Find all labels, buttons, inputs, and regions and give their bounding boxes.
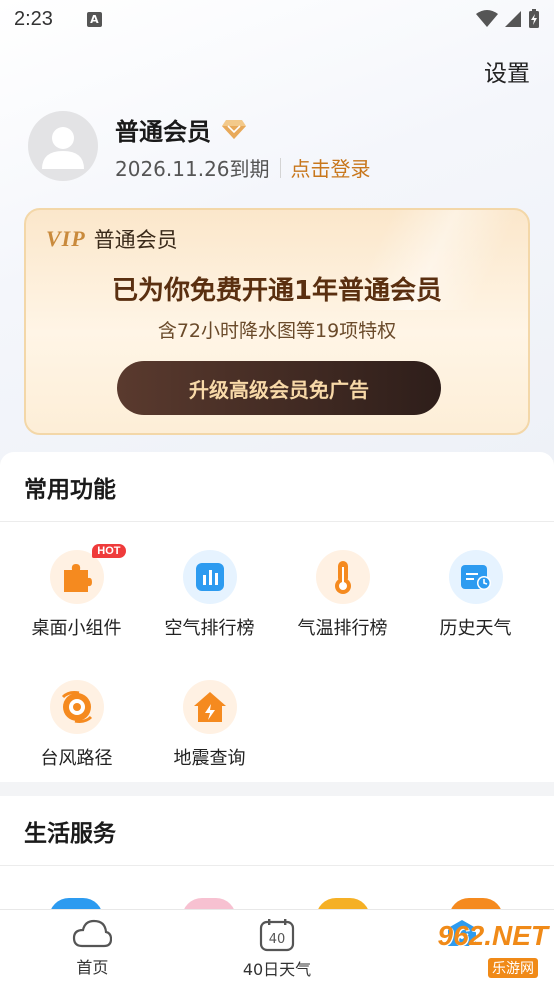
status-bar: 2:23 A: [0, 0, 554, 38]
tile-temperature-ranking[interactable]: 气温排行榜: [276, 550, 409, 640]
nav-label: 40日天气: [242, 960, 312, 979]
vip-logo: VIP: [46, 226, 86, 251]
earthquake-icon: [182, 680, 237, 734]
tile-history-weather[interactable]: 历史天气: [409, 550, 542, 640]
tile-label: 桌面小组件: [31, 618, 122, 639]
tile-label: 地震查询: [173, 748, 246, 769]
tile-air-ranking[interactable]: 空气排行榜: [143, 550, 276, 640]
typhoon-icon: [49, 680, 104, 734]
vip-card[interactable]: VIP 普通会员 已为你免费开通1年普通会员 含72小时降水图等19项特权 升级…: [24, 208, 530, 435]
a-icon: A: [86, 11, 102, 27]
wifi-icon: [476, 10, 498, 27]
calendar-40-icon: 40: [259, 919, 295, 952]
history-calendar-icon: [448, 550, 503, 604]
profile-section: 普通会员 2026.11.26到期 点击登录: [28, 111, 371, 182]
battery-icon: [529, 9, 539, 28]
status-icons: [476, 9, 540, 29]
puzzle-icon: HOT: [49, 544, 126, 604]
member-title: 普通会员: [115, 111, 371, 147]
default-avatar-icon: [42, 127, 84, 169]
watermark-subtext: 乐游网: [488, 958, 538, 978]
settings-button[interactable]: 设置: [484, 54, 530, 88]
tile-desktop-widget[interactable]: HOT 桌面小组件: [10, 544, 143, 640]
login-link[interactable]: 点击登录: [291, 153, 371, 182]
tile-typhoon-path[interactable]: 台风路径: [10, 680, 143, 770]
section-title: 常用功能: [0, 452, 554, 522]
nav-40-day-weather[interactable]: 40 40日天气: [185, 910, 370, 984]
expiry-row: 2026.11.26到期 点击登录: [115, 153, 371, 182]
upgrade-button[interactable]: 升级高级会员免广告: [117, 361, 441, 415]
status-time: 2:23: [14, 7, 53, 30]
tile-earthquake-query[interactable]: 地震查询: [143, 680, 276, 770]
hot-badge: HOT: [92, 544, 126, 558]
tile-label: 空气排行榜: [164, 618, 255, 639]
member-title-text: 普通会员: [115, 117, 211, 146]
diamond-icon: [222, 120, 246, 139]
watermark: 962.NET 乐游网: [434, 920, 549, 978]
vip-card-name: 普通会员: [93, 228, 178, 252]
common-functions-section: 常用功能 HOT 桌面小组件 空气排行榜 气温排行榜 历史天气 台风路径 地震查…: [0, 452, 554, 782]
avatar[interactable]: [28, 111, 98, 181]
thermometer-icon: [315, 550, 370, 604]
divider: [279, 157, 281, 178]
cloud-icon: [73, 919, 113, 948]
tile-label: 历史天气: [439, 618, 512, 639]
vip-subline: 含72小时降水图等19项特权: [157, 320, 397, 342]
nav-home[interactable]: 首页: [0, 910, 185, 984]
watermark-text: 962.NET: [437, 920, 549, 951]
section-title: 生活服务: [0, 796, 554, 866]
tile-label: 台风路径: [40, 748, 113, 769]
vip-headline: 已为你免费开通1年普通会员: [111, 276, 443, 306]
nav-label: 首页: [76, 958, 109, 977]
calendar-badge: 40: [269, 932, 286, 947]
signal-icon: [505, 11, 521, 27]
vip-card-header: VIP 普通会员: [46, 224, 178, 254]
expiry-date: 2026.11.26到期: [115, 157, 270, 181]
air-chart-icon: [182, 550, 237, 604]
tile-label: 气温排行榜: [297, 618, 388, 639]
